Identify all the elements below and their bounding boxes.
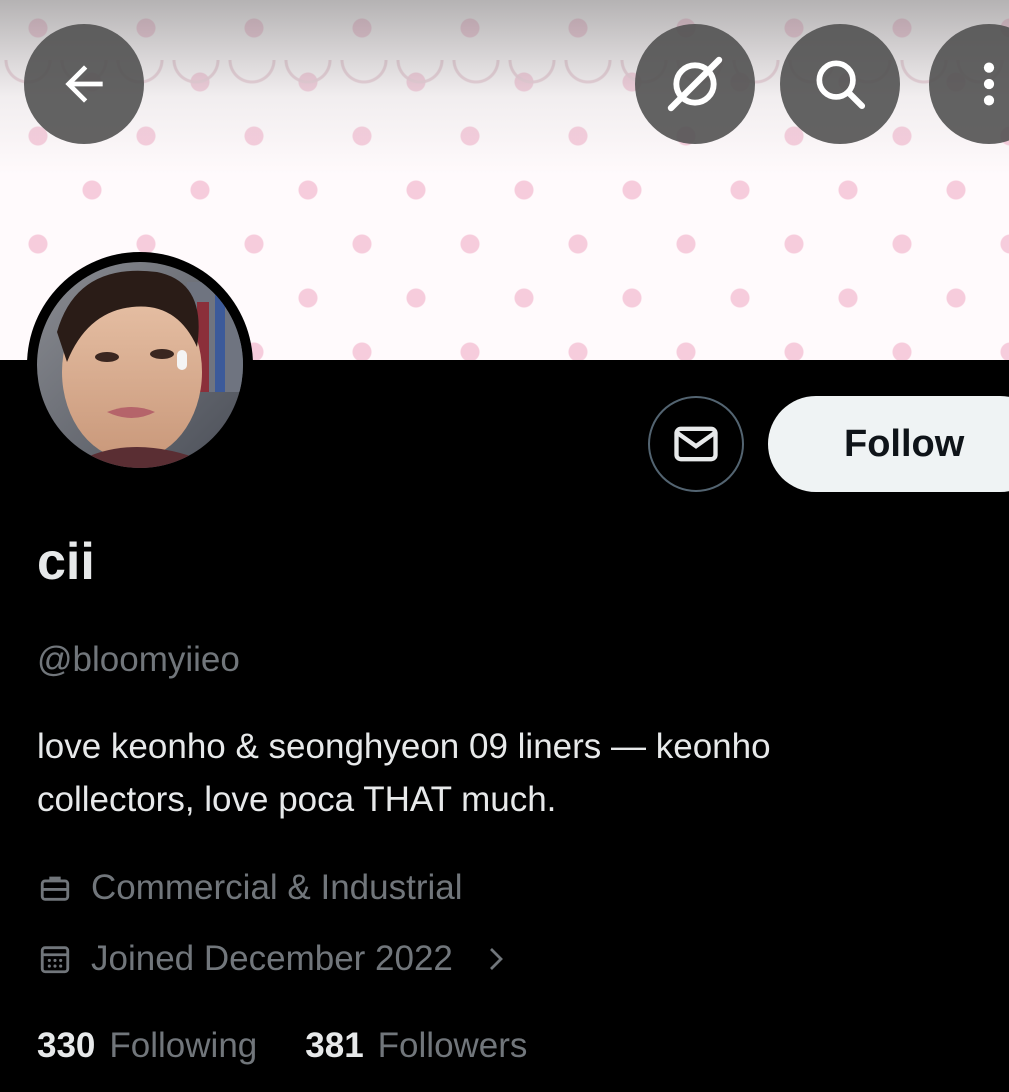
user-handle: @bloomyiieo bbox=[37, 640, 240, 679]
more-vertical-icon bbox=[983, 62, 995, 106]
followers-stat[interactable]: 381 Followers bbox=[305, 1024, 527, 1068]
following-label: Following bbox=[109, 1026, 258, 1065]
avatar[interactable] bbox=[27, 252, 253, 478]
follow-stats: 330 Following 381 Followers bbox=[37, 1024, 575, 1068]
profile-category: Commercial & Industrial bbox=[37, 866, 463, 910]
grok-icon bbox=[667, 56, 723, 112]
bio: love keonho & seonghyeon 09 liners — keo… bbox=[37, 720, 967, 826]
envelope-icon bbox=[674, 426, 718, 462]
bio-line: love keonho & seonghyeon 09 liners — keo… bbox=[37, 727, 771, 766]
message-button[interactable] bbox=[648, 396, 744, 492]
followers-label: Followers bbox=[377, 1026, 528, 1065]
back-button[interactable] bbox=[24, 24, 144, 144]
chevron-right-icon[interactable] bbox=[481, 944, 511, 974]
search-icon bbox=[816, 60, 866, 110]
briefcase-icon bbox=[37, 870, 73, 906]
follow-button-label: Follow bbox=[844, 422, 965, 465]
calendar-icon bbox=[37, 941, 73, 977]
category-label: Commercial & Industrial bbox=[91, 868, 463, 907]
bio-line: collectors, love poca THAT much. bbox=[37, 780, 557, 819]
joined-date[interactable]: Joined December 2022 bbox=[37, 937, 511, 981]
follow-button[interactable]: Follow bbox=[768, 396, 1009, 492]
joined-label: Joined December 2022 bbox=[91, 939, 453, 978]
search-button[interactable] bbox=[780, 24, 900, 144]
following-stat[interactable]: 330 Following bbox=[37, 1024, 257, 1068]
avatar-photo bbox=[37, 262, 243, 468]
followers-count: 381 bbox=[305, 1026, 364, 1065]
following-count: 330 bbox=[37, 1026, 96, 1065]
grok-button[interactable] bbox=[635, 24, 755, 144]
arrow-left-icon bbox=[65, 65, 103, 103]
display-name: cii bbox=[37, 533, 95, 591]
